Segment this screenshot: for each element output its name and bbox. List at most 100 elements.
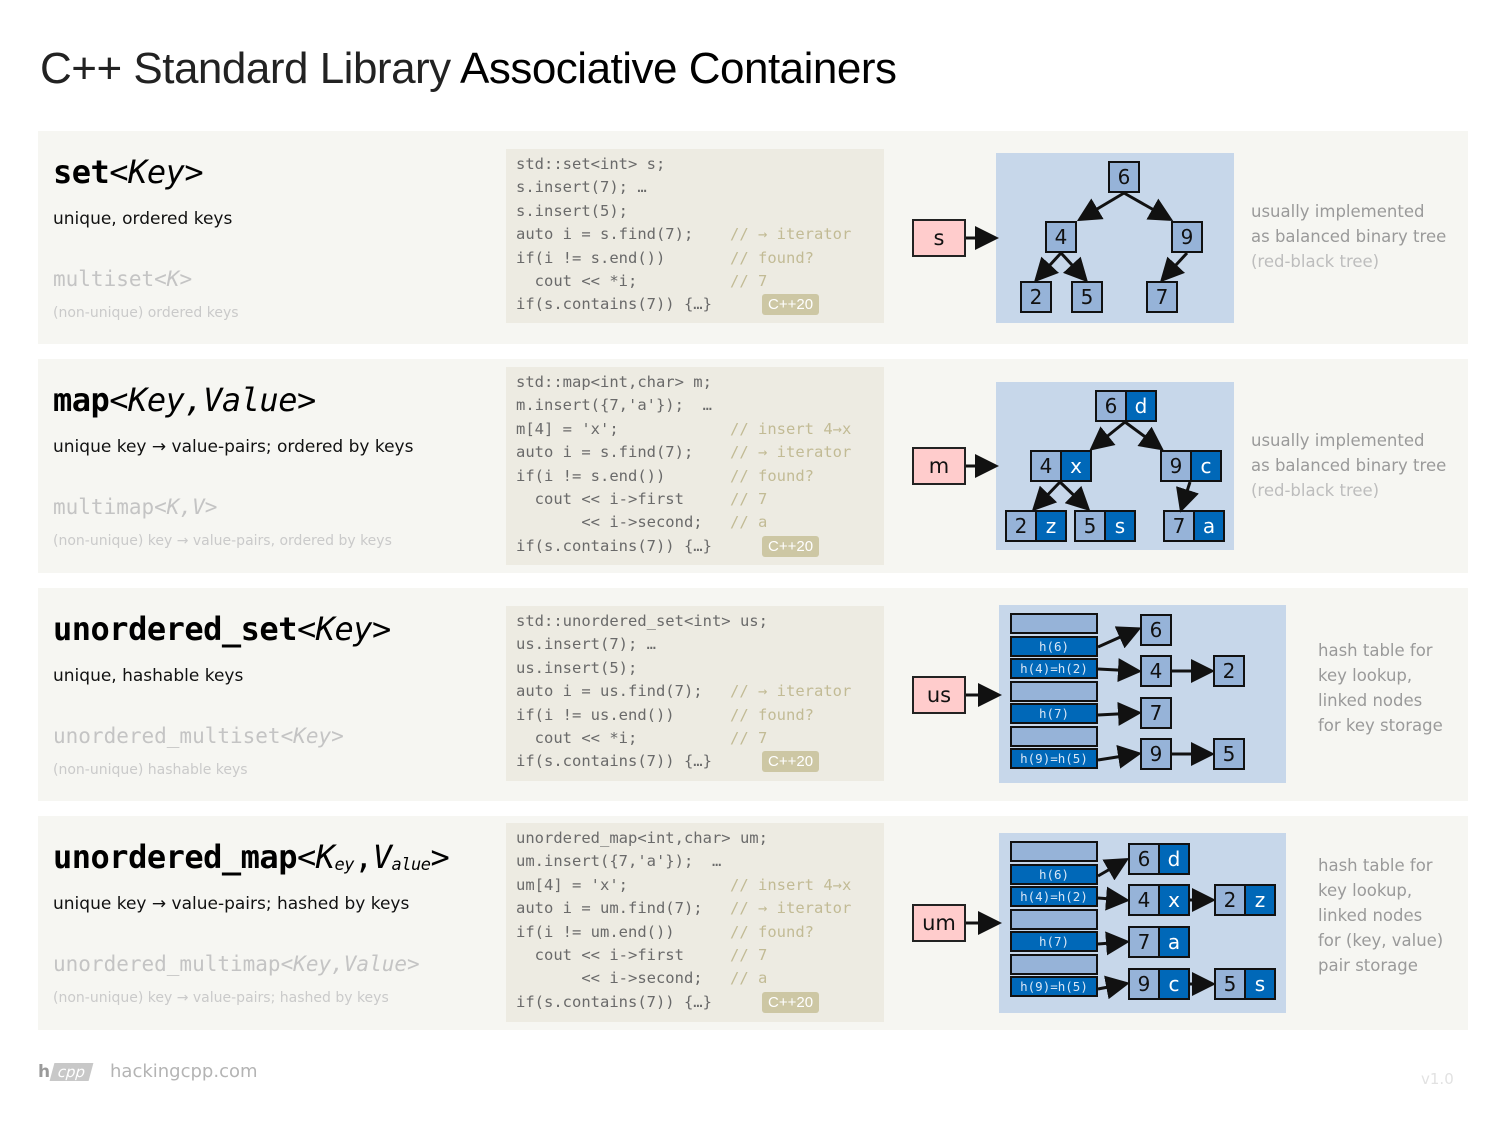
name-params: <Key>	[296, 610, 391, 648]
code-comment: // → iterator	[730, 225, 852, 244]
tree-node-value: c	[1190, 450, 1222, 482]
code-text: um.insert({7,'a'}); …	[516, 852, 722, 871]
hash-bucket: h(7)	[1010, 703, 1098, 724]
chain-node-value: a	[1158, 926, 1190, 958]
name-param-v: V	[372, 838, 392, 876]
name-params: <Key>	[109, 153, 204, 191]
cpp20-badge: C++20	[762, 991, 820, 1013]
multi-container-name: unordered_multiset<Key>	[53, 724, 344, 748]
multi-params: <K,V>	[154, 495, 218, 519]
chain-node-key: 9	[1128, 968, 1160, 1000]
code-text: if(s.contains(7)) {…}	[516, 992, 712, 1011]
multi-container-name: multiset<K>	[53, 267, 192, 291]
container-description: unique key → value-pairs; hashed by keys	[53, 894, 410, 914]
code-comment: // 7	[730, 489, 768, 508]
code-text: std::set<int> s;	[516, 155, 666, 173]
code-text: << i->second;	[516, 513, 703, 532]
version-label: v1.0	[1421, 1070, 1454, 1088]
code-comment: // insert 4→x	[730, 875, 852, 894]
code-text: if(i != s.end())	[516, 466, 666, 485]
tree-node-key: 5	[1074, 510, 1106, 542]
site-link[interactable]: hackingcpp.com	[110, 1061, 258, 1082]
cpp20-badge: C++20	[762, 294, 820, 316]
code-text: us.insert(5);	[516, 658, 638, 677]
code-line: us.insert(7); …	[516, 633, 884, 656]
code-line: << i->second; // a	[516, 967, 884, 990]
multi-params: <K>	[154, 267, 193, 291]
code-comment: // → iterator	[730, 443, 852, 462]
chain-node-key: 5	[1214, 968, 1246, 1000]
title-light: C++ Standard Library	[40, 44, 460, 93]
code-text: std::map<int,char> m;	[516, 373, 712, 391]
cpp20-badge: C++20	[762, 751, 820, 773]
implementation-note: hash table for key lookup, linked nodes …	[1318, 853, 1443, 978]
chain-node-value: c	[1158, 968, 1190, 1000]
code-line: auto i = s.find(7); // → iterator	[516, 223, 884, 246]
code-text: if(i != us.end())	[516, 705, 675, 724]
note-line: linked nodes	[1318, 691, 1423, 710]
code-line: s.insert(5);	[516, 200, 884, 223]
note-line: usually implemented	[1251, 431, 1425, 450]
container-description: unique, hashable keys	[53, 666, 244, 686]
code-line: cout << *i; // 7	[516, 270, 884, 293]
empty-bucket	[1010, 613, 1098, 634]
tree-node: 4	[1045, 221, 1077, 253]
code-line: << i->second; // a	[516, 511, 884, 534]
code-line: if(s.contains(7)) {…} C++20	[516, 991, 884, 1014]
code-text: auto i = us.find(7);	[516, 682, 703, 701]
handle-box: us	[912, 676, 966, 714]
implementation-note: usually implemented as balanced binary t…	[1251, 428, 1446, 503]
code-text: s.insert(5);	[516, 201, 628, 220]
tree-node-value: d	[1125, 390, 1157, 422]
tree-node-value: z	[1035, 510, 1067, 542]
code-line: if(i != s.end()) // found?	[516, 247, 884, 270]
hackingcpp-logo[interactable]: h cpp	[38, 1062, 94, 1082]
container-description: unique, ordered keys	[53, 209, 233, 229]
code-text: if(s.contains(7)) {…}	[516, 536, 712, 555]
note-line: hash table for	[1318, 856, 1433, 875]
code-text: um[4] = 'x';	[516, 875, 628, 894]
code-line: if(i != um.end()) // found?	[516, 921, 884, 944]
note-line: for (key, value)	[1318, 931, 1444, 950]
logo-h: h	[38, 1062, 51, 1082]
code-example: unordered_map<int,char> um; um.insert({7,…	[506, 823, 884, 1022]
code-text: us.insert(7); …	[516, 635, 656, 654]
note-line: usually implemented	[1251, 202, 1425, 221]
container-name: set<Key>	[53, 153, 204, 191]
tree-node: 6	[1108, 161, 1140, 193]
code-text: auto i = um.find(7);	[516, 899, 703, 918]
name-param-v-sub: alue	[391, 855, 431, 875]
multi-name: unordered_multimap	[53, 952, 281, 976]
name-param-k: K	[315, 838, 335, 876]
code-example: std::set<int> s; s.insert(7); … s.insert(5…	[506, 149, 884, 323]
code-text: if(i != um.end())	[516, 922, 675, 941]
section-unordered-set: unordered_set<Key> unique, hashable keys…	[38, 588, 1468, 801]
hash-bucket: h(6)	[1010, 863, 1098, 885]
code-comment: // 7	[730, 271, 768, 290]
tree-node-key: 6	[1095, 390, 1127, 422]
code-text: auto i = s.find(7);	[516, 443, 694, 462]
note-line: key lookup,	[1318, 666, 1413, 685]
code-text: << i->second;	[516, 969, 703, 988]
multi-container-name: multimap<K,V>	[53, 495, 217, 519]
cpp20-badge: C++20	[762, 535, 820, 557]
tree-node-value: s	[1104, 510, 1136, 542]
code-line: if(s.contains(7)) {…} C++20	[516, 535, 884, 558]
section-set: set<Key> unique, ordered keys multiset<K…	[38, 131, 1468, 344]
note-line: hash table for	[1318, 641, 1433, 660]
code-text: m[4] = 'x';	[516, 419, 619, 438]
code-text: unordered_map<int,char> um;	[516, 829, 768, 847]
implementation-note: hash table for key lookup, linked nodes …	[1318, 638, 1443, 738]
tree-node: 5	[1071, 281, 1103, 313]
empty-bucket	[1010, 953, 1098, 975]
tree-node-key: 4	[1030, 450, 1062, 482]
tree-node: 9	[1171, 221, 1203, 253]
code-line: if(i != us.end()) // found?	[516, 704, 884, 727]
name-main: map	[53, 381, 110, 419]
code-line: if(s.contains(7)) {…} C++20	[516, 293, 884, 316]
container-name: unordered_map<Key,Value>	[53, 838, 450, 876]
note-line: for key storage	[1318, 716, 1443, 735]
code-text: cout << i->first	[516, 945, 684, 964]
chain-node-value: s	[1244, 968, 1276, 1000]
code-line: std::map<int,char> m;	[516, 371, 884, 394]
